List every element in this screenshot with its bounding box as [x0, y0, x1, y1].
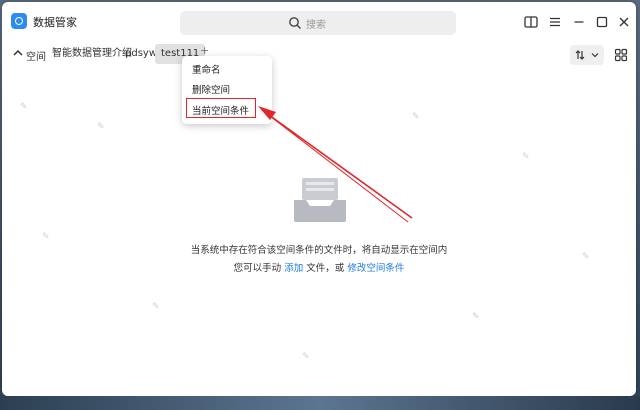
sidebar-toggle-icon[interactable]: [523, 14, 539, 30]
app-logo-icon: [11, 13, 27, 29]
minimize-icon[interactable]: [571, 14, 587, 30]
menu-item-rename[interactable]: 重命名: [192, 62, 221, 76]
watermark-mark: ✎: [522, 152, 530, 162]
search-icon: [289, 17, 301, 29]
desktop-background: [0, 396, 640, 410]
sort-icon: [575, 50, 585, 60]
maximize-icon[interactable]: [594, 14, 610, 30]
chevron-up-icon[interactable]: [12, 47, 24, 59]
title-bar: 数据管家 搜索: [2, 2, 636, 42]
watermark-mark: ✎: [472, 312, 480, 322]
app-title: 数据管家: [33, 16, 77, 29]
menu-item-delete-space[interactable]: 删除空间: [192, 82, 230, 96]
empty-state-actions: 您可以手动 添加 文件，或 修改空间条件: [2, 260, 636, 274]
watermark-mark: ✎: [97, 122, 105, 132]
empty-state-mid: 文件，或: [306, 263, 345, 274]
add-file-link[interactable]: 添加: [284, 263, 303, 274]
watermark-mark: ✎: [42, 232, 50, 242]
space-tab-bar: 空间 智能数据管理介绍 pdsyw test111 +: [2, 42, 636, 68]
chevron-down-icon: [591, 53, 599, 58]
watermark-mark: ✎: [412, 112, 420, 122]
space-label: 空间: [26, 52, 46, 63]
grid-view-icon[interactable]: [614, 48, 628, 62]
watermark-mark: ✎: [152, 302, 160, 312]
watermark-mark: ✎: [20, 102, 28, 112]
search-placeholder: 搜索: [306, 20, 326, 31]
empty-state-message: 当系统中存在符合该空间条件的文件时，将自动显示在空间内: [190, 245, 448, 256]
empty-state-prefix: 您可以手动: [233, 263, 282, 274]
close-icon[interactable]: [616, 14, 632, 30]
menu-icon[interactable]: [547, 14, 563, 30]
modify-space-condition-link[interactable]: 修改空间条件: [347, 263, 404, 274]
highlight-box: [186, 98, 256, 118]
sort-button[interactable]: [570, 45, 604, 65]
watermark-mark: ✎: [302, 352, 310, 362]
search-input[interactable]: 搜索: [180, 11, 456, 35]
empty-box-illustration: [294, 178, 346, 222]
tab-context-menu: 重命名 删除空间 当前空间条件: [182, 56, 272, 124]
app-window: 数据管家 搜索 空间 智能数据管理介绍 pdsyw test111 + ✎ ✎ …: [2, 2, 636, 396]
